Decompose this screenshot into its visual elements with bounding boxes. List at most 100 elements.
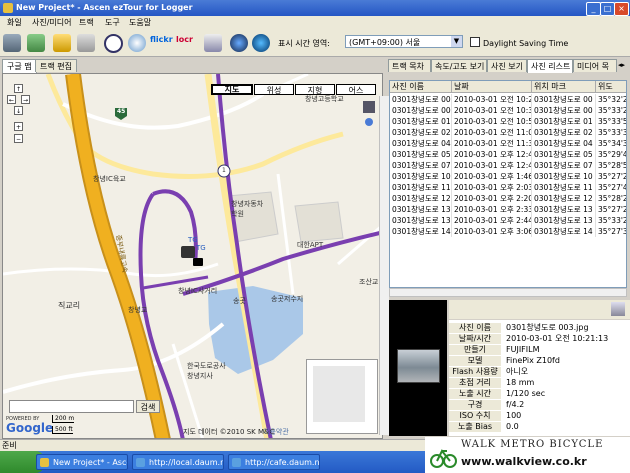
map-type-satellite[interactable]: 위성 bbox=[254, 84, 294, 95]
maximize-button[interactable]: □ bbox=[600, 2, 615, 16]
dst-checkbox[interactable]: Daylight Saving Time bbox=[470, 37, 568, 48]
export-icon[interactable] bbox=[204, 34, 222, 52]
table-cell: 2010-03-01 오후 2:44 bbox=[454, 215, 532, 226]
table-cell: 35°33'24 bbox=[596, 215, 626, 226]
tab-media-list[interactable]: 미디어 목 bbox=[573, 59, 617, 72]
table-row[interactable]: 0301창녕도로 14 2010-03-01 오후 3:06 0301창녕도로 14… bbox=[390, 226, 626, 237]
tab-photo-list[interactable]: 사진 리스트 bbox=[527, 59, 573, 73]
table-cell: 0301창녕도로 14 bbox=[532, 226, 596, 237]
table-cell: 35°27'41 bbox=[596, 182, 626, 193]
timezone-select[interactable]: (GMT+09:00) 서울 ▼ bbox=[345, 35, 463, 48]
menu-photo-media[interactable]: 사진/미디어 bbox=[32, 17, 72, 28]
photo-preview-panel bbox=[389, 300, 447, 436]
photo-list-table[interactable]: 사진 이름 날짜 위치 마크 위도 0301창녕도로 00 2010-03-01 … bbox=[389, 80, 627, 288]
tab-speed-altitude[interactable]: 속도/고도 보기 bbox=[431, 59, 487, 72]
overview-map[interactable] bbox=[306, 359, 378, 434]
compass-icon[interactable] bbox=[128, 34, 146, 52]
tab-google-map[interactable]: 구글 맵 bbox=[2, 59, 37, 73]
property-key: Flash 사용량 bbox=[449, 367, 501, 377]
taskbar-item-cafe-daum[interactable]: http://cafe.daum.net - ... bbox=[228, 454, 320, 470]
window-title: New Project* - Ascen ezTour for Logger bbox=[16, 3, 193, 12]
photo-marker-icon[interactable] bbox=[193, 258, 203, 266]
minimize-button[interactable]: _ bbox=[586, 2, 601, 16]
column-header-photo-name[interactable]: 사진 이름 bbox=[390, 81, 452, 93]
import-icon[interactable] bbox=[27, 34, 45, 52]
tab-photo-view[interactable]: 사진 보기 bbox=[487, 59, 527, 72]
property-row: 날짜/시간 2010-03-01 오전 10:21:13 bbox=[449, 334, 630, 344]
table-row[interactable]: 0301창녕도로 00 2010-03-01 오전 10:3 0301창녕도로 00… bbox=[390, 105, 626, 116]
property-row: 만들기 FUJIFILM bbox=[449, 345, 630, 355]
earth-icon[interactable] bbox=[252, 34, 270, 52]
zoom-in-icon[interactable]: + bbox=[14, 122, 23, 131]
column-header-latitude[interactable]: 위도 bbox=[596, 81, 626, 93]
close-button[interactable]: × bbox=[614, 2, 629, 16]
film-icon[interactable] bbox=[363, 101, 375, 113]
taskbar-item-local-daum[interactable]: http://local.daum.net - ... bbox=[132, 454, 224, 470]
table-row[interactable]: 0301창녕도로 13 2010-03-01 오후 2:33 0301창녕도로 13… bbox=[390, 204, 626, 215]
table-row[interactable]: 0301창녕도로 04 2010-03-01 오전 11:3 0301창녕도로 04… bbox=[390, 138, 626, 149]
pan-down-icon[interactable]: ↓ bbox=[14, 106, 23, 115]
tab-track-list[interactable]: 트랙 목차 bbox=[388, 59, 431, 72]
map-view[interactable]: 45 1 지도 위성 지형 어스 ↑ ← → ↓ + − 창녕IC육교 창녕자동… bbox=[2, 73, 383, 439]
checkbox-icon bbox=[470, 37, 480, 47]
table-row[interactable]: 0301창녕도로 05 2010-03-01 오후 12:4 0301창녕도로 05… bbox=[390, 149, 626, 160]
map-label: 창녕자동차 학원 bbox=[231, 200, 264, 218]
property-key: 초점 거리 bbox=[449, 378, 501, 388]
taskbar-item-project[interactable]: New Project* - Ascen ... bbox=[36, 454, 128, 470]
menu-file[interactable]: 화일 bbox=[7, 17, 22, 28]
table-row[interactable]: 0301창녕도로 02 2010-03-01 오전 11:0 0301창녕도로 02… bbox=[390, 127, 626, 138]
column-header-date[interactable]: 날짜 bbox=[452, 81, 532, 93]
table-cell: 0301창녕도로 14 bbox=[392, 226, 452, 237]
map-type-map[interactable]: 지도 bbox=[211, 84, 253, 95]
map-terms-link[interactable]: 이용약관 bbox=[263, 427, 289, 437]
pan-left-icon[interactable]: ← bbox=[7, 95, 16, 104]
tab-track-edit[interactable]: 트랙 편집 bbox=[35, 59, 77, 72]
map-search-input[interactable] bbox=[9, 400, 134, 413]
map-scrollbar[interactable] bbox=[379, 96, 389, 435]
route-1-label: 1 bbox=[222, 167, 226, 174]
map-label: 대한APT bbox=[297, 241, 324, 249]
table-cell: 0301창녕도로 04 bbox=[392, 138, 452, 149]
taskbar-item-label: http://local.daum.net - ... bbox=[149, 458, 223, 467]
table-row[interactable]: 0301창녕도로 01 2010-03-01 오전 10:5 0301창녕도로 01… bbox=[390, 116, 626, 127]
pan-right-icon[interactable]: → bbox=[21, 95, 30, 104]
left-tab-bar: 구글 맵 트랙 편집 bbox=[0, 59, 388, 73]
table-row[interactable]: 0301창녕도로 07 2010-03-01 오후 12:4 0301창녕도로 07… bbox=[390, 160, 626, 171]
new-icon[interactable] bbox=[3, 34, 21, 52]
tab-scroll-icon[interactable]: ◂▸ bbox=[618, 61, 625, 69]
menu-help[interactable]: 도움말 bbox=[129, 17, 151, 28]
property-row: 모델 FinePix Z10fd bbox=[449, 356, 630, 366]
pan-up-icon[interactable]: ↑ bbox=[14, 84, 23, 93]
flickr-icon[interactable]: flickr bbox=[150, 34, 173, 52]
menu-tools[interactable]: 도구 bbox=[105, 17, 120, 28]
camera-icon[interactable] bbox=[181, 246, 195, 258]
column-header-location[interactable]: 위치 마크 bbox=[532, 81, 596, 93]
map-label: 직교리 bbox=[58, 301, 81, 310]
google-earth-icon[interactable] bbox=[230, 34, 248, 52]
table-cell: 35°27'24 bbox=[596, 171, 626, 182]
table-row[interactable]: 0301창녕도로 13 2010-03-01 오후 2:44 0301창녕도로 13… bbox=[390, 215, 626, 226]
table-cell: 0301창녕도로 00 bbox=[532, 94, 596, 105]
table-row[interactable]: 0301창녕도로 11 2010-03-01 오후 2:03 0301창녕도로 11… bbox=[390, 182, 626, 193]
menu-track[interactable]: 트랙 bbox=[79, 17, 94, 28]
map-label: 한국도로공사 창녕지사 bbox=[187, 362, 226, 380]
photo-thumbnail[interactable] bbox=[397, 349, 440, 383]
table-cell: 0301창녕도로 13 bbox=[532, 215, 596, 226]
recycle-bin-icon[interactable] bbox=[611, 302, 625, 316]
table-row[interactable]: 0301창녕도로 10 2010-03-01 오후 1:46 0301창녕도로 10… bbox=[390, 171, 626, 182]
property-value: 0.0 bbox=[506, 422, 519, 431]
table-cell: 0301창녕도로 01 bbox=[532, 116, 596, 127]
route-45-label: 45 bbox=[117, 108, 126, 115]
pin-icon[interactable] bbox=[365, 118, 373, 126]
map-search-button[interactable]: 검색 bbox=[136, 400, 160, 413]
open-folder-icon[interactable] bbox=[53, 34, 71, 52]
save-icon[interactable] bbox=[77, 34, 95, 52]
clock-icon[interactable] bbox=[104, 34, 123, 53]
table-row[interactable]: 0301창녕도로 00 2010-03-01 오전 10:2 0301창녕도로 00… bbox=[390, 94, 626, 105]
list-horizontal-scrollbar[interactable] bbox=[389, 288, 627, 297]
table-row[interactable]: 0301창녕도로 12 2010-03-01 오후 2:20 0301창녕도로 12… bbox=[390, 193, 626, 204]
table-cell: 35°34'30 bbox=[596, 138, 626, 149]
locr-icon[interactable]: locr bbox=[176, 34, 196, 52]
table-cell: 0301창녕도로 10 bbox=[532, 171, 596, 182]
zoom-out-icon[interactable]: − bbox=[14, 134, 23, 143]
